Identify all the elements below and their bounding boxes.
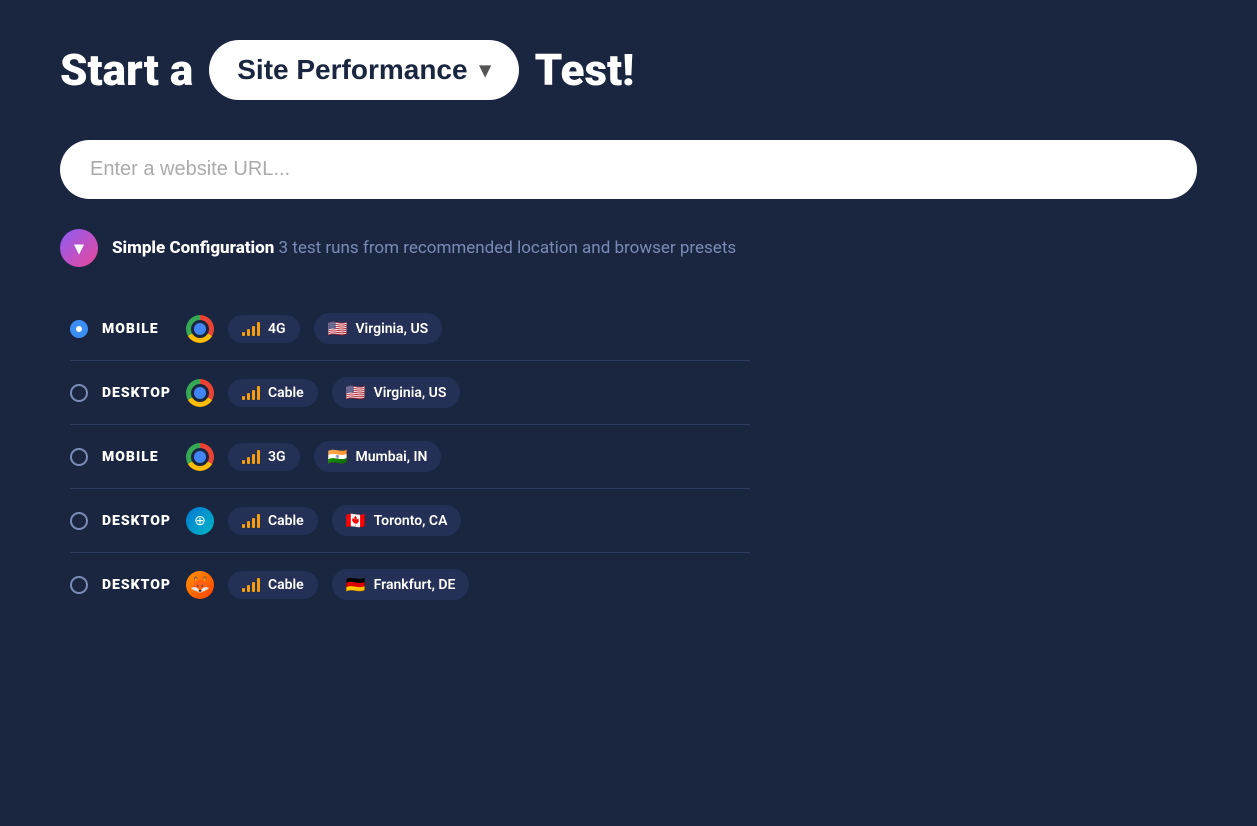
config-label-sub: 3 test runs from recommended location an…: [274, 238, 736, 258]
device-label: DESKTOP: [102, 385, 172, 401]
connection-type-label: Cable: [268, 385, 304, 401]
signal-icon: [242, 514, 260, 528]
header-test-text: Test!: [535, 44, 635, 96]
chevron-down-icon: ▾: [480, 57, 491, 83]
radio-button[interactable]: [70, 512, 88, 530]
connection-type-label: 4G: [268, 321, 286, 337]
flag-icon: 🇩🇪: [346, 575, 366, 594]
header-start-text: Start a: [60, 44, 193, 96]
config-toggle-icon: ▾: [74, 238, 83, 259]
test-list: MOBILE 4G 🇺🇸 Virginia, US DESKTOP Cable 🇺🇸 Virg…: [70, 297, 750, 616]
flag-icon: 🇨🇦: [346, 511, 366, 530]
edge-icon: ⊕: [186, 507, 214, 535]
device-label: DESKTOP: [102, 577, 172, 593]
signal-icon: [242, 578, 260, 592]
test-row: MOBILE 3G 🇮🇳 Mumbai, IN: [70, 425, 750, 489]
url-input[interactable]: [66, 144, 1191, 195]
location-badge: 🇺🇸 Virginia, US: [314, 313, 443, 344]
firefox-icon: 🦊: [186, 571, 214, 599]
location-label: Virginia, US: [355, 321, 428, 337]
connection-badge: 4G: [228, 315, 300, 343]
config-label-bold: Simple Configuration: [112, 238, 274, 258]
test-row: DESKTOP 🦊 Cable 🇩🇪 Frankfurt, DE: [70, 553, 750, 616]
radio-button[interactable]: [70, 384, 88, 402]
location-label: Toronto, CA: [374, 513, 448, 529]
test-row: DESKTOP Cable 🇺🇸 Virginia, US: [70, 361, 750, 425]
config-label: Simple Configuration 3 test runs from re…: [112, 238, 736, 258]
location-label: Frankfurt, DE: [374, 577, 456, 593]
connection-type-label: Cable: [268, 513, 304, 529]
radio-button[interactable]: [70, 576, 88, 594]
connection-badge: 3G: [228, 443, 300, 471]
flag-icon: 🇮🇳: [328, 447, 348, 466]
chrome-icon: [186, 379, 214, 407]
location-badge: 🇺🇸 Virginia, US: [332, 377, 461, 408]
connection-badge: Cable: [228, 571, 318, 599]
dropdown-label: Site Performance: [237, 54, 467, 86]
page-header: Start a Site Performance ▾ Test!: [60, 40, 1197, 100]
connection-badge: Cable: [228, 379, 318, 407]
chrome-icon: [186, 315, 214, 343]
test-row: DESKTOP ⊕ Cable 🇨🇦 Toronto, CA: [70, 489, 750, 553]
radio-button[interactable]: [70, 448, 88, 466]
location-label: Virginia, US: [374, 385, 447, 401]
config-section: ▾ Simple Configuration 3 test runs from …: [60, 229, 1197, 267]
config-toggle-button[interactable]: ▾: [60, 229, 98, 267]
location-badge: 🇩🇪 Frankfurt, DE: [332, 569, 470, 600]
device-label: MOBILE: [102, 449, 172, 465]
signal-icon: [242, 450, 260, 464]
url-input-wrapper: [60, 140, 1197, 199]
connection-type-label: Cable: [268, 577, 304, 593]
connection-badge: Cable: [228, 507, 318, 535]
radio-button[interactable]: [70, 320, 88, 338]
device-label: DESKTOP: [102, 513, 172, 529]
test-type-dropdown[interactable]: Site Performance ▾: [209, 40, 518, 100]
flag-icon: 🇺🇸: [328, 319, 348, 338]
signal-icon: [242, 386, 260, 400]
chrome-icon: [186, 443, 214, 471]
location-label: Mumbai, IN: [355, 449, 427, 465]
connection-type-label: 3G: [268, 449, 286, 465]
location-badge: 🇮🇳 Mumbai, IN: [314, 441, 442, 472]
test-row: MOBILE 4G 🇺🇸 Virginia, US: [70, 297, 750, 361]
signal-icon: [242, 322, 260, 336]
location-badge: 🇨🇦 Toronto, CA: [332, 505, 462, 536]
flag-icon: 🇺🇸: [346, 383, 366, 402]
device-label: MOBILE: [102, 321, 172, 337]
